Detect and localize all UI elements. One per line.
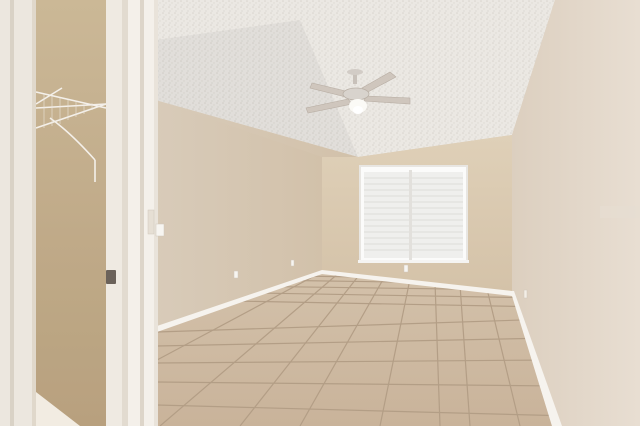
door-frame-edge — [154, 0, 158, 426]
outlet-icon-left — [233, 270, 239, 279]
closet-door-frame-left — [0, 0, 36, 426]
outlet-icon-far-left — [290, 259, 295, 267]
closet-door-frame-left-edge — [10, 0, 14, 426]
door-frame-shadow — [140, 0, 144, 426]
door-latch-icon[interactable] — [106, 270, 116, 284]
outlet-icon — [403, 264, 409, 273]
watermark — [600, 206, 640, 218]
room-photo — [0, 0, 640, 426]
door-hinge-icon — [147, 209, 155, 235]
room-scene — [0, 0, 640, 426]
closet-door-trim — [32, 0, 36, 426]
closet-door-edge — [122, 0, 128, 426]
closet-back-wall — [36, 0, 106, 426]
light-switch-icon[interactable] — [155, 223, 165, 237]
window-blinds-icon — [358, 165, 469, 263]
outlet-icon-right — [523, 289, 528, 299]
